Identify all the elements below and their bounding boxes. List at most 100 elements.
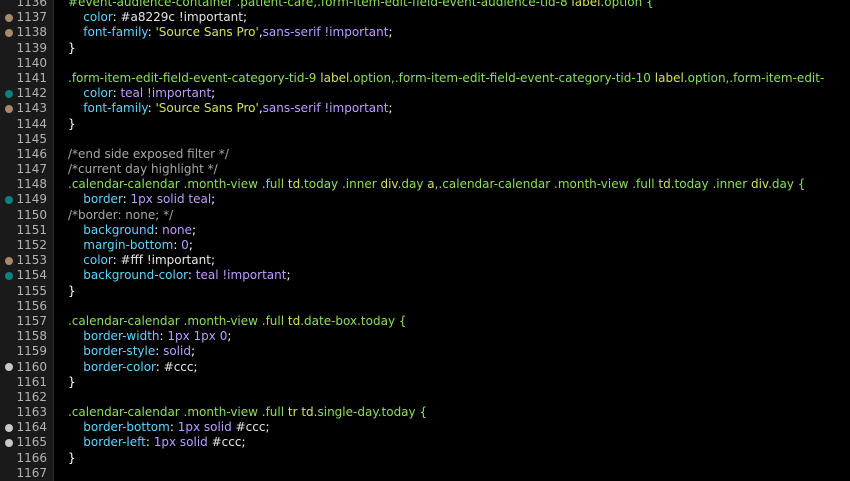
code-token: .day — [397, 177, 428, 192]
code-line[interactable]: 1144} — [0, 117, 850, 132]
line-number: 1163 — [16, 405, 47, 420]
line-content: } — [68, 284, 76, 299]
line-content: } — [68, 41, 76, 56]
line-content: border-width: 1px 1px 0; — [68, 329, 231, 344]
line-number: 1164 — [16, 420, 47, 435]
code-line[interactable]: 1160 border-color: #ccc; — [0, 360, 850, 375]
code-line[interactable]: 1143 font-family: 'Source Sans Pro',sans… — [0, 101, 850, 116]
code-line[interactable]: 1159 border-style: solid; — [0, 344, 850, 359]
code-token: .single-day.today { — [313, 405, 428, 420]
code-line[interactable]: 1149 border: 1px solid teal; — [0, 192, 850, 207]
code-line[interactable]: 1167 — [0, 466, 850, 481]
code-line[interactable]: 1151 background: none; — [0, 223, 850, 238]
code-line[interactable]: 1147 /*current day highlight */ — [0, 162, 850, 177]
code-token: : — [155, 344, 164, 359]
line-number: 1145 — [16, 131, 47, 146]
line-number: 1155 — [16, 283, 47, 298]
code-area[interactable]: 1136 #event-audience-container .patient-c… — [0, 0, 850, 481]
line-number: 1166 — [16, 450, 47, 465]
line-content: color: #fff !important; — [68, 253, 215, 268]
line-content: /*current day highlight */ — [68, 162, 218, 177]
code-token: #fff !important — [120, 253, 211, 268]
line-number: 1151 — [16, 222, 47, 237]
line-number: 1157 — [16, 313, 47, 328]
code-token: .form-item-edit-field-event-category-tid… — [68, 70, 321, 85]
line-number: 1153 — [16, 253, 47, 268]
code-line[interactable]: 1145 — [0, 132, 850, 147]
line-content: font-family: 'Source Sans Pro',sans-seri… — [68, 25, 392, 40]
code-token: teal !important — [120, 86, 212, 101]
code-token: div — [380, 177, 398, 192]
code-line[interactable]: 1142 color: teal !important; — [0, 86, 850, 101]
code-token: .calendar-calendar .month-view .full — [68, 405, 288, 420]
code-editor[interactable]: 1136 #event-audience-container .patient-c… — [0, 0, 850, 481]
code-line[interactable]: 1162 — [0, 390, 850, 405]
line-number: 1149 — [16, 192, 47, 207]
code-token: border — [68, 192, 123, 207]
code-line[interactable]: 1165 border-left: 1px solid #ccc; — [0, 435, 850, 450]
line-content: } — [68, 451, 76, 466]
line-content: .calendar-calendar .month-view .full tr … — [68, 405, 427, 420]
line-number: 1162 — [16, 389, 47, 404]
code-line[interactable]: 1146 /*end side exposed filter */ — [0, 147, 850, 162]
line-content: border-style: solid; — [68, 344, 195, 359]
code-line[interactable]: 1137 color: #a8229c !important; — [0, 10, 850, 25]
code-token: teal !important — [195, 268, 287, 283]
code-token: .option,.form-item-edit- — [683, 70, 825, 85]
code-line[interactable]: 1155} — [0, 284, 850, 299]
code-line[interactable]: 1166} — [0, 451, 850, 466]
code-line[interactable]: 1152 margin-bottom: 0; — [0, 238, 850, 253]
line-content: } — [68, 117, 76, 132]
code-line[interactable]: 1164 border-bottom: 1px solid #ccc; — [0, 420, 850, 435]
code-token: ; — [265, 420, 270, 435]
code-line[interactable]: 1156 — [0, 299, 850, 314]
line-number: 1138 — [16, 25, 47, 40]
code-token: .today .inner — [670, 177, 751, 192]
code-token: border-bottom — [68, 420, 170, 435]
line-content: /*border: none; */ — [68, 208, 173, 223]
code-line[interactable]: 1140 — [0, 56, 850, 71]
code-token: #ccc — [211, 435, 242, 450]
code-line[interactable]: 1157 .calendar-calendar .month-view .full… — [0, 314, 850, 329]
code-token: : — [147, 101, 156, 116]
code-line[interactable]: 1139} — [0, 41, 850, 56]
code-line[interactable]: 1148 .calendar-calendar .month-view .full… — [0, 177, 850, 192]
code-line[interactable]: 1154 background-color: teal !important; — [0, 268, 850, 283]
code-line[interactable]: 1150 /*border: none; */ — [0, 208, 850, 223]
code-token: td — [287, 177, 301, 192]
code-token: } — [68, 116, 76, 131]
line-number: 1160 — [16, 359, 47, 374]
line-content: font-family: 'Source Sans Pro',sans-seri… — [68, 101, 392, 116]
code-line[interactable]: 1158 border-width: 1px 1px 0; — [0, 329, 850, 344]
code-token: /*current day highlight */ — [68, 162, 218, 177]
code-token: : — [147, 25, 156, 40]
code-token: ; — [211, 192, 216, 207]
line-content: } — [68, 375, 76, 390]
code-token: color — [68, 86, 113, 101]
line-number: 1146 — [16, 146, 47, 161]
code-token: : — [122, 192, 131, 207]
line-content: .calendar-calendar .month-view .full td.… — [68, 314, 407, 329]
code-line[interactable]: 1136 #event-audience-container .patient-c… — [0, 0, 850, 10]
code-token: background-color — [68, 268, 188, 283]
code-token: font-family — [68, 25, 148, 40]
code-token: ; — [193, 359, 198, 374]
code-token: tr — [287, 405, 302, 420]
code-token: .calendar-calendar .month-view .full — [68, 177, 288, 192]
code-token: border-style — [68, 344, 156, 359]
line-content: border: 1px solid teal; — [68, 192, 215, 207]
code-line[interactable]: 1138 font-family: 'Source Sans Pro',sans… — [0, 25, 850, 40]
code-line[interactable]: 1163 .calendar-calendar .month-view .full… — [0, 405, 850, 420]
code-token: ; — [192, 222, 197, 237]
line-content: color: #a8229c !important; — [68, 10, 247, 25]
line-number: 1141 — [16, 70, 47, 85]
line-content: background: none; — [68, 223, 196, 238]
code-token: solid — [163, 344, 191, 359]
code-token: ; — [190, 344, 196, 359]
code-line[interactable]: 1141 .form-item-edit-field-event-category… — [0, 71, 850, 86]
code-token: : — [169, 420, 178, 435]
code-token: label — [571, 0, 601, 9]
code-line[interactable]: 1161} — [0, 375, 850, 390]
code-line[interactable]: 1153 color: #fff !important; — [0, 253, 850, 268]
code-token: ; — [211, 86, 216, 101]
